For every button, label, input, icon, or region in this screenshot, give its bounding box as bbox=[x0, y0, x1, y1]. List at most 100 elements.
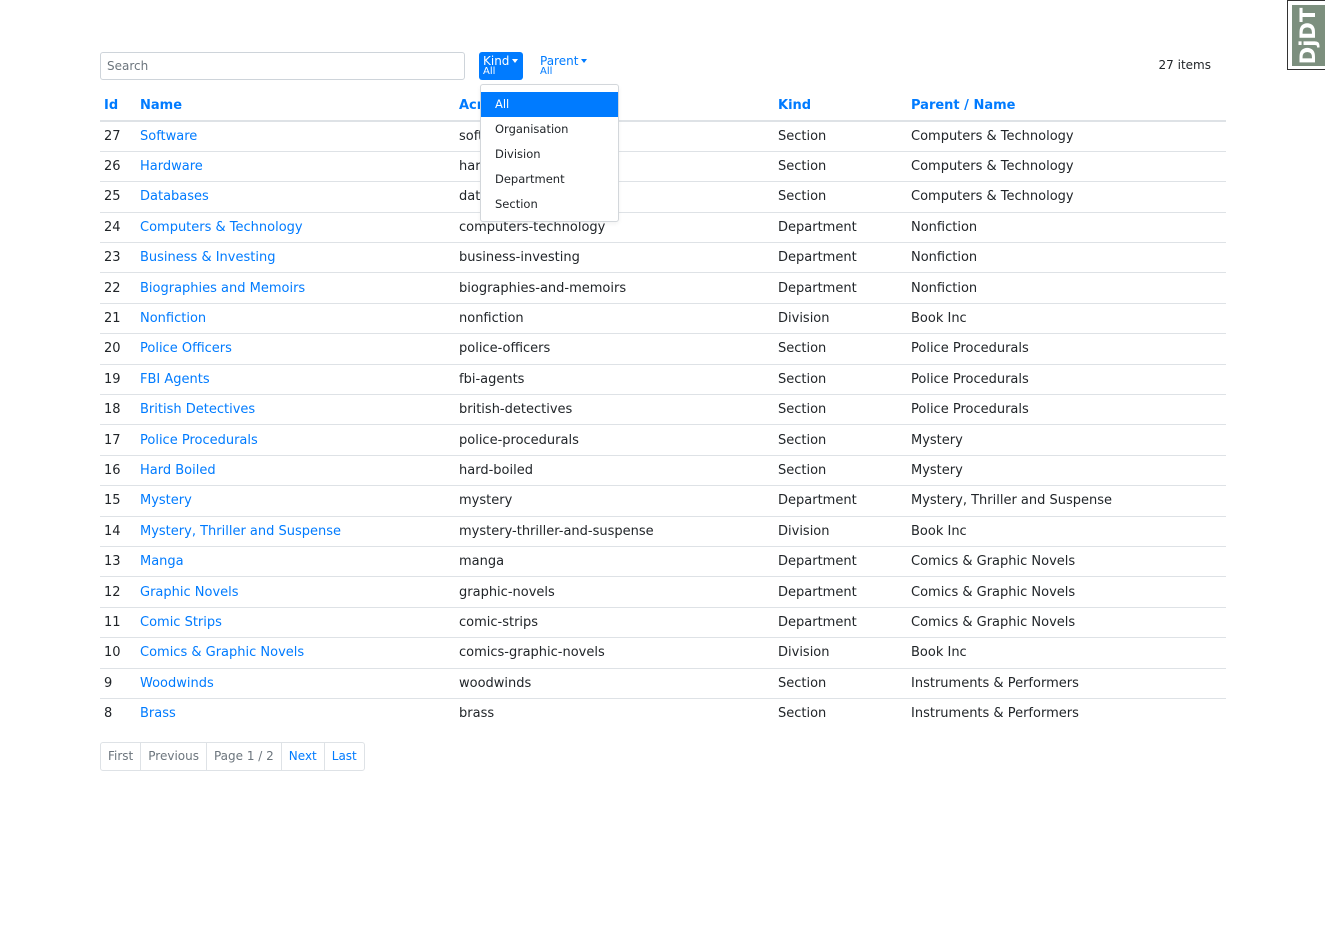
dropdown-option-organisation[interactable]: Organisation bbox=[481, 117, 618, 142]
table-row: 27SoftwaresoftwareSectionComputers & Tec… bbox=[100, 121, 1226, 151]
cell-kind: Section bbox=[774, 697, 907, 729]
cell-id: 10 bbox=[100, 637, 136, 669]
cell-name-link[interactable]: Hardware bbox=[136, 150, 455, 182]
cell-kind: Division bbox=[774, 637, 907, 669]
cell-name-link[interactable]: Hard Boiled bbox=[136, 454, 455, 486]
cell-name-link[interactable]: Software bbox=[136, 121, 455, 151]
cell-name-link[interactable]: Manga bbox=[136, 545, 455, 577]
debug-toolbar-logo: DjDT bbox=[1292, 5, 1325, 66]
table-row: 21 Nonfiction nonfiction Division Book Inc bbox=[100, 302, 1226, 334]
cell-kind: Department bbox=[774, 242, 907, 273]
search-input[interactable] bbox=[100, 52, 465, 80]
dropdown-option-section[interactable]: Section bbox=[481, 192, 618, 217]
cell-name-link[interactable]: Brass bbox=[136, 697, 455, 729]
cell-name-link[interactable]: Biographies and Memoirs bbox=[136, 272, 455, 304]
previous-page-button[interactable]: Previous bbox=[140, 743, 206, 770]
cell-acronym: comic-strips bbox=[455, 606, 774, 638]
cell-name-link[interactable]: Comic Strips bbox=[136, 606, 455, 638]
dropdown-option-all[interactable]: All bbox=[481, 92, 618, 117]
cell-parent-name: Police Procedurals bbox=[907, 363, 1226, 395]
column-header-parent-name[interactable]: Parent / Name bbox=[907, 90, 1226, 122]
column-header-id[interactable]: Id bbox=[100, 90, 136, 122]
pagination: First Previous Page 1 / 2 Next Last bbox=[100, 742, 365, 771]
cell-kind: Section bbox=[774, 454, 907, 486]
debug-toolbar-handle[interactable]: DjDT bbox=[1287, 0, 1325, 70]
cell-name-link[interactable]: Business & Investing bbox=[136, 242, 455, 273]
kind-filter-dropdown: All Organisation Division Department Sec… bbox=[480, 84, 619, 222]
cell-id: 17 bbox=[100, 424, 136, 456]
column-header-name[interactable]: Name bbox=[136, 90, 455, 122]
cell-parent-name: Comics & Graphic Novels bbox=[907, 606, 1226, 638]
cell-acronym: mystery-thriller-and-suspense bbox=[455, 515, 774, 547]
cell-id: 23 bbox=[100, 242, 136, 273]
table-row: 16 Hard Boiled hard-boiled Section Mystery bbox=[100, 454, 1226, 486]
cell-name-link[interactable]: Databases bbox=[136, 181, 455, 213]
kind-filter-button[interactable]: Kind All bbox=[479, 52, 523, 80]
cell-id: 15 bbox=[100, 485, 136, 517]
cell-acronym: fbi-agents bbox=[455, 363, 774, 395]
cell-name-link[interactable]: Woodwinds bbox=[136, 667, 455, 699]
cell-parent-name: Mystery bbox=[907, 454, 1226, 486]
cell-parent-name: Computers & Technology bbox=[911, 128, 1074, 144]
first-page-button[interactable]: First bbox=[101, 743, 140, 770]
cell-id: 13 bbox=[100, 545, 136, 577]
cell-id: 26 bbox=[100, 150, 136, 182]
cell-name-link[interactable]: Police Officers bbox=[136, 333, 455, 365]
cell-name-link[interactable]: Graphic Novels bbox=[136, 576, 455, 608]
cell-parent-name: Book Inc bbox=[907, 637, 1226, 669]
dropdown-option-division[interactable]: Division bbox=[481, 142, 618, 167]
item-count: 27 items bbox=[1158, 58, 1211, 72]
cell-acronym: woodwinds bbox=[455, 667, 774, 699]
column-header-kind[interactable]: Kind bbox=[774, 90, 907, 122]
cell-kind: Division bbox=[774, 515, 907, 547]
parent-filter-button[interactable]: Parent All bbox=[536, 52, 592, 80]
cell-id: 12 bbox=[100, 576, 136, 608]
table-row: 8 Brass brass Section Instruments & Performe… bbox=[100, 697, 1226, 729]
table-row: 11 Comic Strips comic-strips Department Comi… bbox=[100, 606, 1226, 638]
cell-id: 11 bbox=[100, 606, 136, 638]
cell-parent-name: Nonfiction bbox=[907, 211, 1226, 243]
cell-parent-name: Instruments & Performers bbox=[907, 667, 1226, 699]
cell-acronym: police-officers bbox=[455, 333, 774, 365]
cell-acronym: business-investing bbox=[455, 242, 774, 273]
cell-acronym: police-procedurals bbox=[455, 424, 774, 456]
table-row: 26HardwarehardwareSectionComputers & Tec… bbox=[100, 150, 1226, 182]
cell-name-link[interactable]: British Detectives bbox=[136, 394, 455, 425]
cell-acronym: biographies-and-memoirs bbox=[455, 272, 774, 304]
cell-acronym: brass bbox=[455, 697, 774, 729]
cell-name-link[interactable]: Mystery, Thriller and Suspense bbox=[136, 515, 455, 547]
table-row: 12 Graphic Novels graphic-novels Department… bbox=[100, 576, 1226, 608]
cell-name-link[interactable]: Nonfiction bbox=[136, 302, 455, 334]
data-table: Id Name Acronym Kind Parent / Name 27 Sof… bbox=[100, 90, 1226, 729]
table-row: 22 Biographies and Memoirs biographies-and… bbox=[100, 272, 1226, 304]
cell-acronym: mystery bbox=[455, 485, 774, 517]
next-page-button[interactable]: Next bbox=[280, 743, 324, 770]
cell-name-link[interactable]: Computers & Technology bbox=[136, 211, 455, 243]
cell-id: 20 bbox=[100, 333, 136, 365]
table-row: 20 Police Officers police-officers Section P… bbox=[100, 333, 1226, 365]
page-indicator: Page 1 / 2 bbox=[205, 743, 281, 770]
cell-kind: Section bbox=[778, 128, 827, 144]
cell-acronym: manga bbox=[455, 545, 774, 577]
cell-name-link[interactable]: Comics & Graphic Novels bbox=[136, 637, 455, 669]
cell-kind: Section bbox=[774, 333, 907, 365]
last-page-button[interactable]: Last bbox=[323, 743, 364, 770]
cell-kind: Department bbox=[774, 211, 907, 243]
cell-kind: Section bbox=[774, 181, 907, 213]
cell-acronym: hard-boiled bbox=[455, 454, 774, 486]
cell-id: 16 bbox=[100, 454, 136, 486]
cell-kind: Section bbox=[774, 363, 907, 395]
cell-acronym: nonfiction bbox=[455, 302, 774, 334]
cell-parent-name: Mystery, Thriller and Suspense bbox=[907, 485, 1226, 517]
cell-id: 24 bbox=[100, 211, 136, 243]
cell-name-link[interactable]: Mystery bbox=[136, 485, 455, 517]
caret-down-icon bbox=[581, 59, 588, 63]
cell-parent-name: Instruments & Performers bbox=[907, 697, 1226, 729]
table-row: 9 Woodwinds woodwinds Section Instruments & … bbox=[100, 667, 1226, 699]
table-header-row: Id Name Acronym Kind Parent / Name bbox=[100, 90, 1226, 122]
dropdown-option-department[interactable]: Department bbox=[481, 167, 618, 192]
cell-id: 27 bbox=[104, 128, 121, 144]
cell-name-link[interactable]: FBI Agents bbox=[136, 363, 455, 395]
cell-id: 22 bbox=[100, 272, 136, 304]
cell-name-link[interactable]: Police Procedurals bbox=[136, 424, 455, 456]
